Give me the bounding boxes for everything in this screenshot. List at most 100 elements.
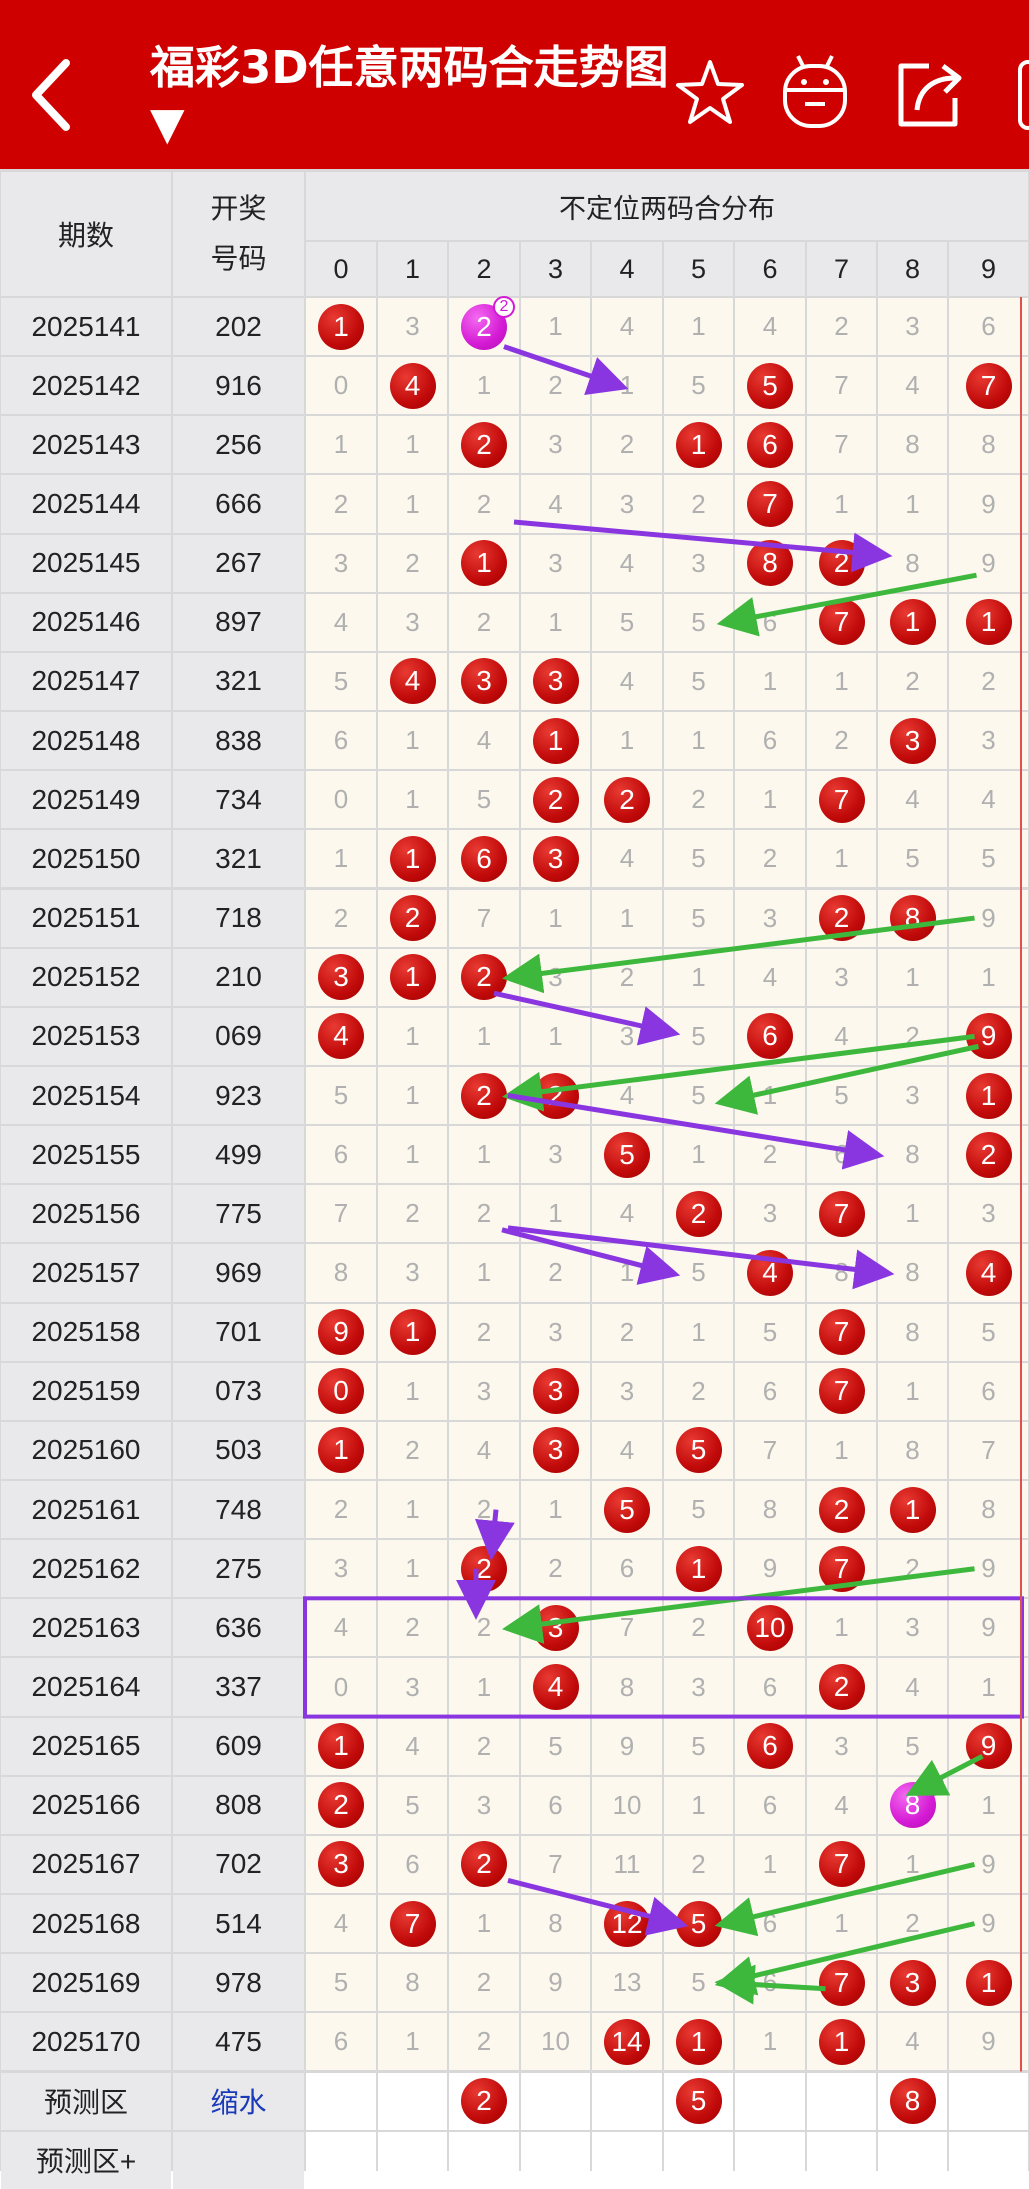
drawn-digit-ball: 2 xyxy=(532,1072,579,1119)
more-menu-edge[interactable] xyxy=(1018,60,1029,130)
omission-cell: 2 xyxy=(878,1007,947,1065)
predict-plus-cell[interactable] xyxy=(306,2131,376,2189)
drawn-digit-ball: 2 xyxy=(818,895,865,942)
drawn-digit-ball: 1 xyxy=(818,2018,865,2065)
predict-plus-cell[interactable] xyxy=(807,2131,876,2189)
drawn-digit-ball: 12 xyxy=(604,1900,650,1947)
draw-number-cell: 069 xyxy=(173,1007,304,1065)
predict-plus-cell[interactable] xyxy=(949,2131,1028,2189)
omission-cell: 1 xyxy=(378,1540,447,1598)
omission-cell: 8 xyxy=(949,416,1028,474)
omission-cell: 2 xyxy=(378,1185,447,1243)
omission-cell: 1 xyxy=(378,1481,447,1539)
period-cell: 2025169 xyxy=(1,1954,171,2012)
drawn-digit-ball: 7 xyxy=(818,1959,865,2006)
period-cell: 2025154 xyxy=(1,1066,171,1125)
shrink-button[interactable]: 缩水 xyxy=(173,2072,304,2130)
predict-cell[interactable] xyxy=(521,2072,590,2130)
drawn-digit-ball: 2 xyxy=(318,1782,364,1829)
omission-cell: 2 xyxy=(378,1599,447,1657)
omission-cell: 1 xyxy=(735,652,805,711)
omission-cell: 2 xyxy=(521,1540,590,1598)
predict-plus-cell[interactable] xyxy=(449,2131,519,2189)
drawn-digit-ball: 3 xyxy=(532,835,579,882)
omission-cell: 1 xyxy=(878,1185,947,1243)
omission-cell: 5 xyxy=(878,830,947,888)
draw-number-cell: 256 xyxy=(173,416,304,474)
predict-cell[interactable] xyxy=(592,2072,662,2130)
omission-cell: 1 xyxy=(521,1481,590,1539)
page-title[interactable]: 福彩3D任意两码合走势图 ▼ xyxy=(150,40,670,152)
omission-cell: 9 xyxy=(735,1540,805,1598)
omission-cell: 1 xyxy=(807,652,876,711)
drawn-digit-ball: 3 xyxy=(532,1604,579,1651)
drawn-digit-ball: 7 xyxy=(818,1545,865,1592)
omission-cell: 8 xyxy=(949,1481,1028,1539)
drawn-digit-ball: 2 xyxy=(818,1486,865,1533)
drawn-digit-ball: 7 xyxy=(818,776,865,823)
repeat-count-badge: 2 xyxy=(493,295,515,318)
omission-cell: 1 xyxy=(449,1895,519,1953)
draw-number-cell: 514 xyxy=(173,1895,304,1953)
period-cell: 2025147 xyxy=(1,652,171,711)
omission-cell: 9 xyxy=(949,2013,1028,2071)
omission-cell: 7 xyxy=(949,1421,1028,1479)
predict-ball[interactable]: 8 xyxy=(889,2078,936,2125)
drawn-digit-ball: 1 xyxy=(318,303,364,350)
omission-cell: 6 xyxy=(735,1776,805,1834)
digit-header-8: 8 xyxy=(878,242,947,296)
omission-cell: 4 xyxy=(878,771,947,829)
predict-cell[interactable] xyxy=(807,2072,876,2130)
period-cell: 2025141 xyxy=(1,298,171,356)
omission-cell: 1 xyxy=(807,1895,876,1953)
predict-cell[interactable] xyxy=(735,2072,805,2130)
omission-cell: 4 xyxy=(592,652,662,711)
digit-header-6: 6 xyxy=(735,242,805,296)
omission-cell: 3 xyxy=(378,1244,447,1302)
omission-cell: 5 xyxy=(949,830,1028,888)
omission-cell: 10 xyxy=(592,1776,662,1834)
omission-cell: 5 xyxy=(949,1303,1028,1361)
omission-cell: 1 xyxy=(878,1362,947,1420)
share-icon[interactable] xyxy=(893,58,969,128)
period-cell: 2025148 xyxy=(1,712,171,770)
predict-plus-cell[interactable] xyxy=(664,2131,733,2189)
star-icon[interactable] xyxy=(675,58,745,128)
period-cell: 2025164 xyxy=(1,1658,171,1716)
omission-cell: 1 xyxy=(378,2013,447,2071)
predict-plus-cell[interactable] xyxy=(521,2131,590,2189)
drawn-digit-ball: 3 xyxy=(889,717,936,764)
omission-cell: 1 xyxy=(306,416,376,474)
predict-cell[interactable] xyxy=(306,2072,376,2130)
draw-number-cell: 636 xyxy=(173,1599,304,1657)
drawn-digit-ball: 2 xyxy=(461,421,507,468)
predict-plus-ctrl[interactable] xyxy=(173,2131,304,2189)
omission-cell: 5 xyxy=(306,652,376,711)
omission-cell: 7 xyxy=(807,357,876,415)
omission-cell: 0 xyxy=(306,771,376,829)
omission-cell: 1 xyxy=(378,475,447,533)
predict-ball[interactable]: 5 xyxy=(675,2078,722,2125)
drawn-digit-ball: 10 xyxy=(747,1604,793,1651)
predict-ball[interactable]: 2 xyxy=(461,2078,507,2125)
draw-number-cell: 503 xyxy=(173,1421,304,1479)
omission-cell: 5 xyxy=(664,1954,733,2012)
predict-cell[interactable] xyxy=(378,2072,447,2130)
omission-cell: 2 xyxy=(306,889,376,947)
omission-cell: 3 xyxy=(378,298,447,356)
omission-cell: 11 xyxy=(592,1835,662,1894)
omission-cell: 1 xyxy=(664,948,733,1006)
predict-plus-cell[interactable] xyxy=(735,2131,805,2189)
back-arrow-icon[interactable] xyxy=(26,55,86,135)
robot-icon[interactable] xyxy=(780,52,850,132)
omission-cell: 8 xyxy=(735,1481,805,1539)
draw-number-cell: 969 xyxy=(173,1244,304,1302)
omission-cell: 2 xyxy=(664,771,733,829)
omission-cell: 1 xyxy=(449,357,519,415)
predict-cell[interactable] xyxy=(949,2072,1028,2130)
predict-plus-cell[interactable] xyxy=(378,2131,447,2189)
predict-plus-cell[interactable] xyxy=(592,2131,662,2189)
omission-cell: 4 xyxy=(735,298,805,356)
period-cell: 2025165 xyxy=(1,1717,171,1775)
predict-plus-cell[interactable] xyxy=(878,2131,947,2189)
